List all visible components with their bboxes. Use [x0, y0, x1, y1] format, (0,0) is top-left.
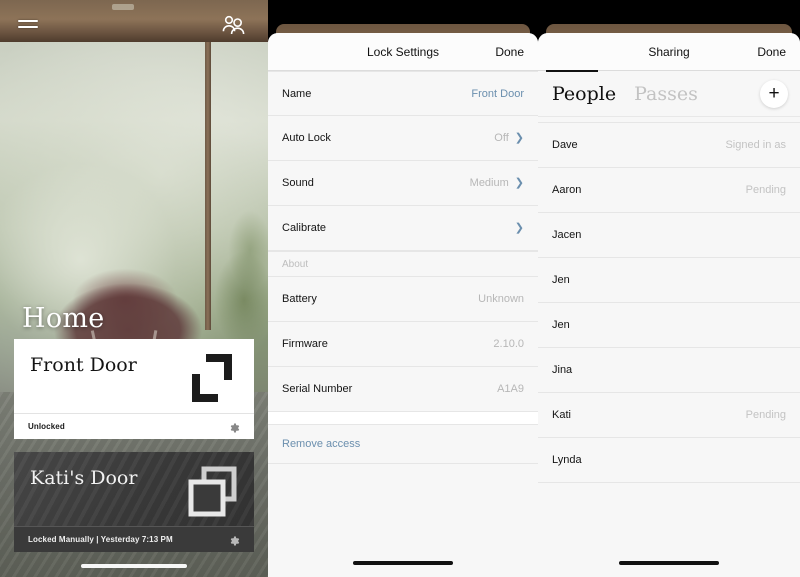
sharing-sheet: Sharing Done People Passes + Dave Signed… — [538, 33, 800, 577]
settings-row-firmware: Firmware 2.10.0 — [268, 322, 538, 367]
settings-row-calibrate[interactable]: Calibrate ❯ — [268, 206, 538, 251]
remove-access-button[interactable]: Remove access — [268, 424, 538, 464]
row-value: Medium — [469, 177, 509, 189]
status-badge: Signed in as — [725, 139, 786, 151]
row-value: Unknown — [478, 293, 524, 305]
chevron-right-icon: ❯ — [514, 131, 524, 144]
home-indicator[interactable] — [619, 561, 719, 565]
lock-settings-title: Lock Settings — [366, 44, 440, 59]
lock-card-body: Front Door — [14, 339, 254, 413]
row-right: Off ❯ — [494, 132, 524, 144]
lock-settings-navbar: Lock Settings Done — [268, 33, 538, 71]
settings-row-name[interactable]: Name Front Door — [268, 71, 538, 116]
lock-settings-sheet: Lock Settings Done Name Front Door Auto … — [268, 33, 538, 577]
add-person-button[interactable]: + — [760, 79, 788, 108]
list-item[interactable]: Jacen — [538, 213, 800, 258]
person-name: Aaron — [552, 184, 582, 196]
home-panel: Home Front Door Unlocked Kati's Door Loc… — [0, 0, 268, 577]
row-right: Medium ❯ — [470, 177, 524, 189]
home-top-bar — [0, 0, 268, 44]
person-name: Kati — [552, 409, 571, 421]
settings-row-battery: Battery Unknown — [268, 277, 538, 322]
person-name: Jen — [552, 319, 570, 331]
lock-card-katis-door[interactable]: Kati's Door Locked Manually | Yesterday … — [14, 452, 254, 552]
list-spacer — [268, 412, 538, 424]
row-label: Sound — [282, 177, 314, 189]
settings-row-auto-lock[interactable]: Auto Lock Off ❯ — [268, 116, 538, 161]
lock-status-text: Unlocked — [28, 422, 65, 431]
person-name: Lynda — [552, 454, 582, 466]
page-title: Home — [22, 303, 105, 334]
unlocked-bracket-icon[interactable] — [186, 352, 238, 404]
sharing-done-button[interactable]: Done — [757, 45, 786, 59]
chevron-right-icon: ❯ — [514, 176, 524, 189]
row-right: ❯ — [514, 221, 524, 234]
row-label: Battery — [282, 293, 317, 305]
row-label: Serial Number — [282, 383, 353, 395]
row-label: Name — [282, 87, 312, 100]
person-name: Jen — [552, 274, 570, 286]
active-tab-indicator — [546, 70, 598, 72]
sharing-title: Sharing — [648, 44, 690, 59]
list-item[interactable]: Lynda — [538, 438, 800, 483]
lock-card-status-bar: Locked Manually | Yesterday 7:13 PM — [14, 526, 254, 552]
lock-card-body: Kati's Door — [14, 452, 254, 526]
gear-icon[interactable] — [228, 534, 240, 546]
lock-settings-done-button[interactable]: Done — [495, 45, 524, 59]
people-list: Dave Signed in as Aaron Pending Jacen Je… — [538, 123, 800, 483]
tab-people[interactable]: People — [552, 83, 616, 105]
chevron-right-icon: ❯ — [514, 221, 524, 234]
window-mullion — [205, 40, 211, 330]
list-item[interactable]: Jina — [538, 348, 800, 393]
gear-icon[interactable] — [228, 421, 240, 433]
two-people-icon[interactable] — [220, 14, 246, 36]
sharing-tabbar: People Passes + — [538, 70, 800, 117]
person-name: Dave — [552, 139, 578, 151]
row-right: Front Door — [471, 88, 524, 100]
row-value: 2.10.0 — [493, 338, 524, 350]
plus-icon: + — [768, 83, 780, 104]
row-label: Auto Lock — [282, 132, 331, 144]
person-name: Jina — [552, 364, 573, 376]
lock-settings-panel: Lock Settings Done Name Front Door Auto … — [268, 0, 538, 577]
home-indicator[interactable] — [81, 564, 187, 568]
list-item[interactable]: Dave Signed in as — [538, 123, 800, 168]
sharing-navbar: Sharing Done — [538, 33, 800, 71]
list-item[interactable]: Aaron Pending — [538, 168, 800, 213]
settings-row-serial-number: Serial Number A1A9 — [268, 367, 538, 412]
tab-passes[interactable]: Passes — [634, 83, 698, 105]
app-screenshot: Home Front Door Unlocked Kati's Door Loc… — [0, 0, 800, 577]
row-value: Front Door — [471, 87, 524, 100]
lock-status-text: Locked Manually | Yesterday 7:13 PM — [28, 535, 173, 544]
row-label: Firmware — [282, 338, 328, 350]
hamburger-menu-icon[interactable] — [18, 20, 38, 30]
list-item[interactable]: Jen — [538, 258, 800, 303]
row-value: Off — [494, 132, 509, 144]
list-item[interactable]: Jen — [538, 303, 800, 348]
lock-card-front-door[interactable]: Front Door Unlocked — [14, 339, 254, 439]
home-indicator[interactable] — [353, 561, 453, 565]
section-header-about: About — [268, 251, 538, 277]
locked-square-icon[interactable] — [186, 465, 238, 517]
sharing-panel: Sharing Done People Passes + Dave Signed… — [538, 0, 800, 577]
row-label: Calibrate — [282, 222, 327, 234]
lock-settings-list: Name Front Door Auto Lock Off ❯ Sound Me… — [268, 71, 538, 464]
row-value: A1A9 — [497, 383, 524, 395]
status-badge: Pending — [745, 184, 786, 196]
list-item[interactable]: Kati Pending — [538, 393, 800, 438]
settings-row-sound[interactable]: Sound Medium ❯ — [268, 161, 538, 206]
lock-card-status-bar: Unlocked — [14, 413, 254, 439]
person-name: Jacen — [552, 229, 582, 241]
status-badge: Pending — [745, 409, 786, 421]
